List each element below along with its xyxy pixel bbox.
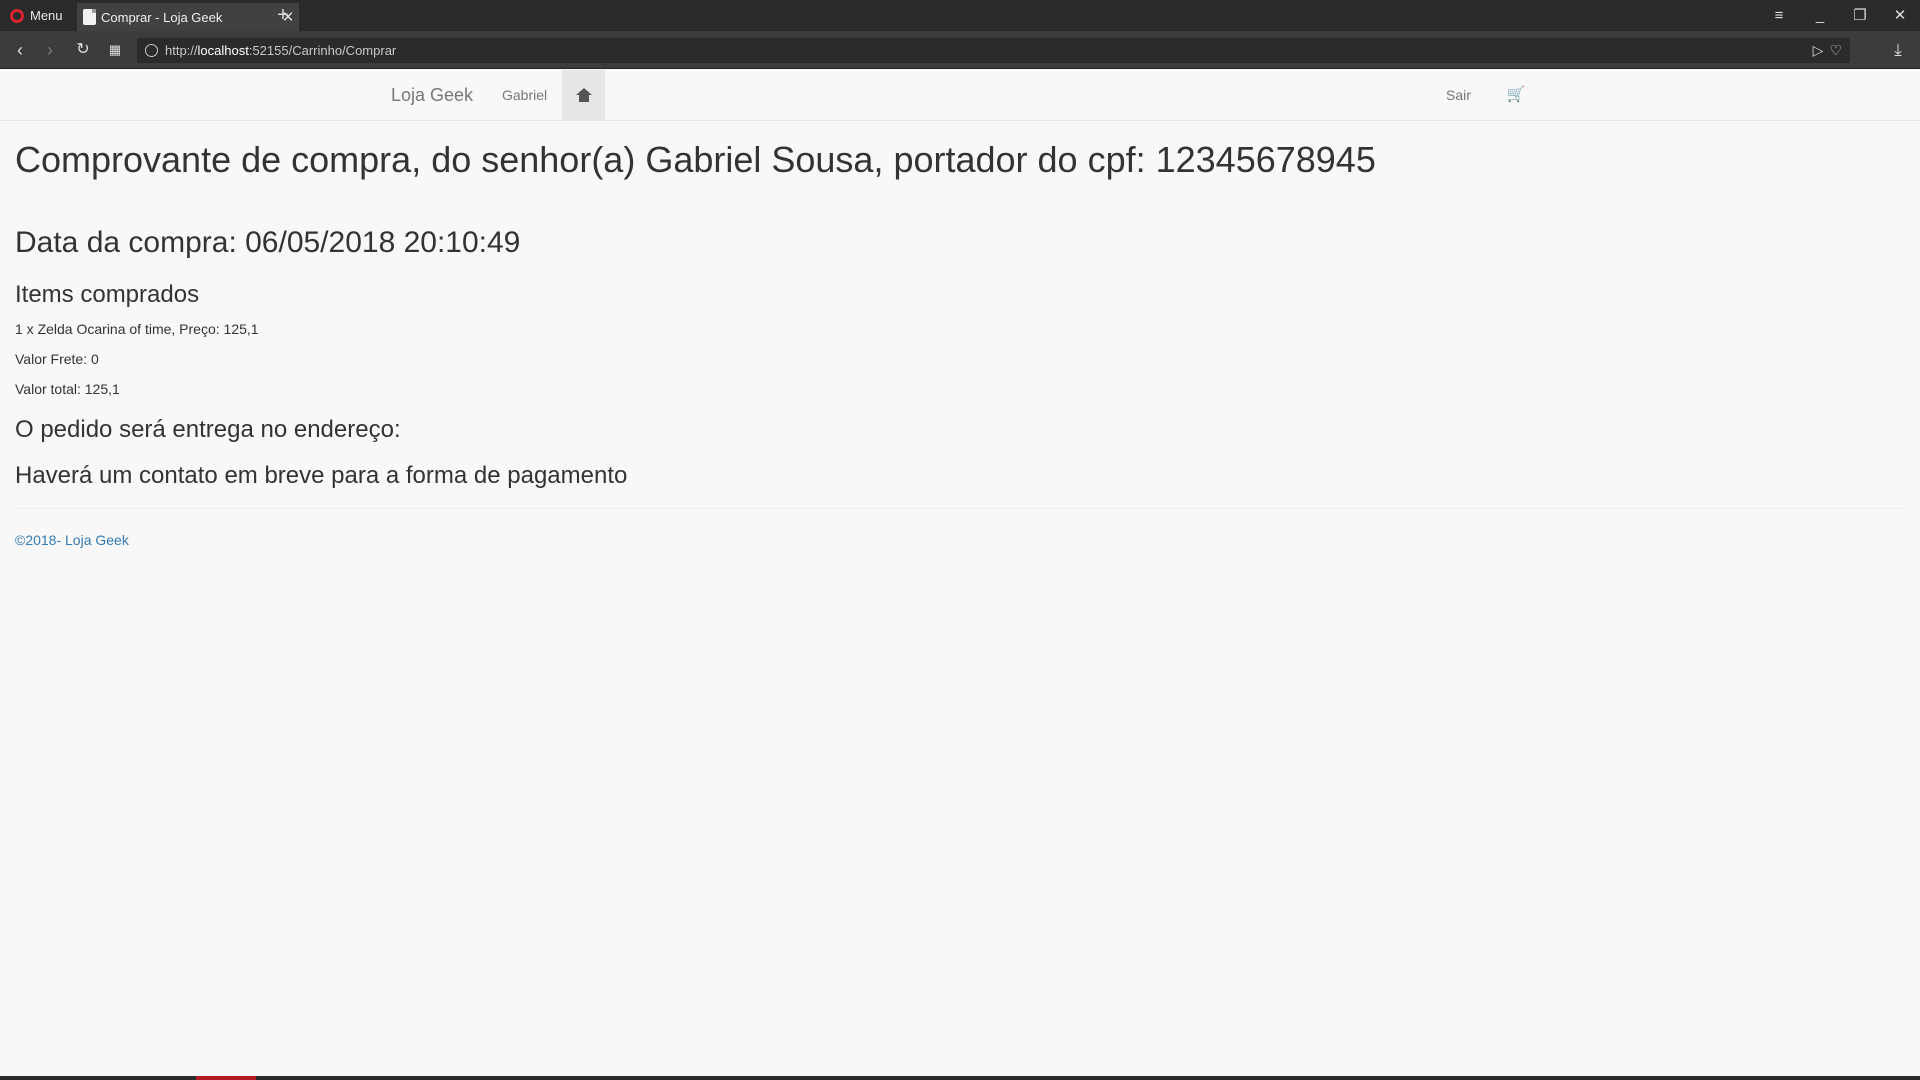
url-actions: ▷ ♡: [1813, 38, 1842, 63]
nav-home-button[interactable]: [562, 70, 605, 120]
delivery-address-heading: O pedido será entrega no endereço:: [15, 416, 401, 443]
browser-menu-button[interactable]: Menu: [0, 0, 74, 31]
total-value: Valor total: 125,1: [15, 381, 120, 397]
close-window-icon[interactable]: ✕: [1880, 0, 1920, 31]
site-navbar: Loja Geek Gabriel Sair 🛒: [0, 70, 1920, 121]
new-tab-button[interactable]: +: [272, 2, 294, 30]
items-heading: Items comprados: [15, 281, 200, 308]
list-item: 1 x Zelda Ocarina of time, Preço: 125,1: [15, 321, 259, 337]
brand-link[interactable]: Loja Geek: [376, 70, 488, 120]
url-prefix: http://: [165, 43, 198, 58]
home-icon: [575, 88, 592, 102]
tab-title: Comprar - Loja Geek: [101, 9, 223, 25]
minimize-icon[interactable]: _: [1800, 0, 1840, 31]
nav-user-link[interactable]: Gabriel: [487, 70, 562, 120]
payment-contact-notice: Haverá um contato em breve para a forma …: [15, 462, 628, 489]
taskbar-accent: [196, 1076, 256, 1080]
tab-menu-icon[interactable]: ≡: [1759, 0, 1799, 31]
browser-menu-label: Menu: [30, 8, 63, 23]
divider: [15, 508, 1905, 509]
forward-icon[interactable]: ›: [37, 37, 63, 63]
purchase-date: Data da compra: 06/05/2018 20:10:49: [15, 226, 521, 259]
url-path: :52155/Carrinho/Comprar: [248, 43, 397, 58]
globe-icon: [145, 44, 158, 57]
shipping-value: Valor Frete: 0: [15, 351, 99, 367]
reload-icon[interactable]: ↻: [70, 37, 96, 63]
page-icon: [83, 9, 96, 25]
heart-icon[interactable]: ♡: [1829, 38, 1842, 63]
nav-logout-link[interactable]: Sair: [1431, 70, 1486, 120]
speed-dial-icon[interactable]: ▦: [102, 37, 128, 63]
send-icon[interactable]: ▷: [1813, 38, 1824, 63]
taskbar-strip: [0, 1076, 1920, 1080]
restore-icon[interactable]: ❐: [1840, 0, 1880, 31]
opera-logo-icon: [10, 8, 24, 23]
cart-icon[interactable]: 🛒: [1496, 70, 1536, 120]
receipt-title: Comprovante de compra, do senhor(a) Gabr…: [15, 139, 1376, 180]
browser-tab-strip: Menu Comprar - Loja Geek ✕ + ≡ _ ❐ ✕: [0, 0, 1920, 31]
browser-toolbar: ‹ › ↻ ▦ http://localhost:52155/Carrinho/…: [0, 31, 1920, 69]
back-icon[interactable]: ‹: [7, 37, 33, 63]
footer-copyright: ©2018- Loja Geek: [15, 532, 129, 548]
download-icon[interactable]: ⤓: [1885, 37, 1911, 63]
address-bar[interactable]: http://localhost:52155/Carrinho/Comprar …: [137, 38, 1850, 63]
url-host: localhost: [197, 43, 249, 58]
browser-tab-active[interactable]: Comprar - Loja Geek ✕: [77, 3, 299, 31]
